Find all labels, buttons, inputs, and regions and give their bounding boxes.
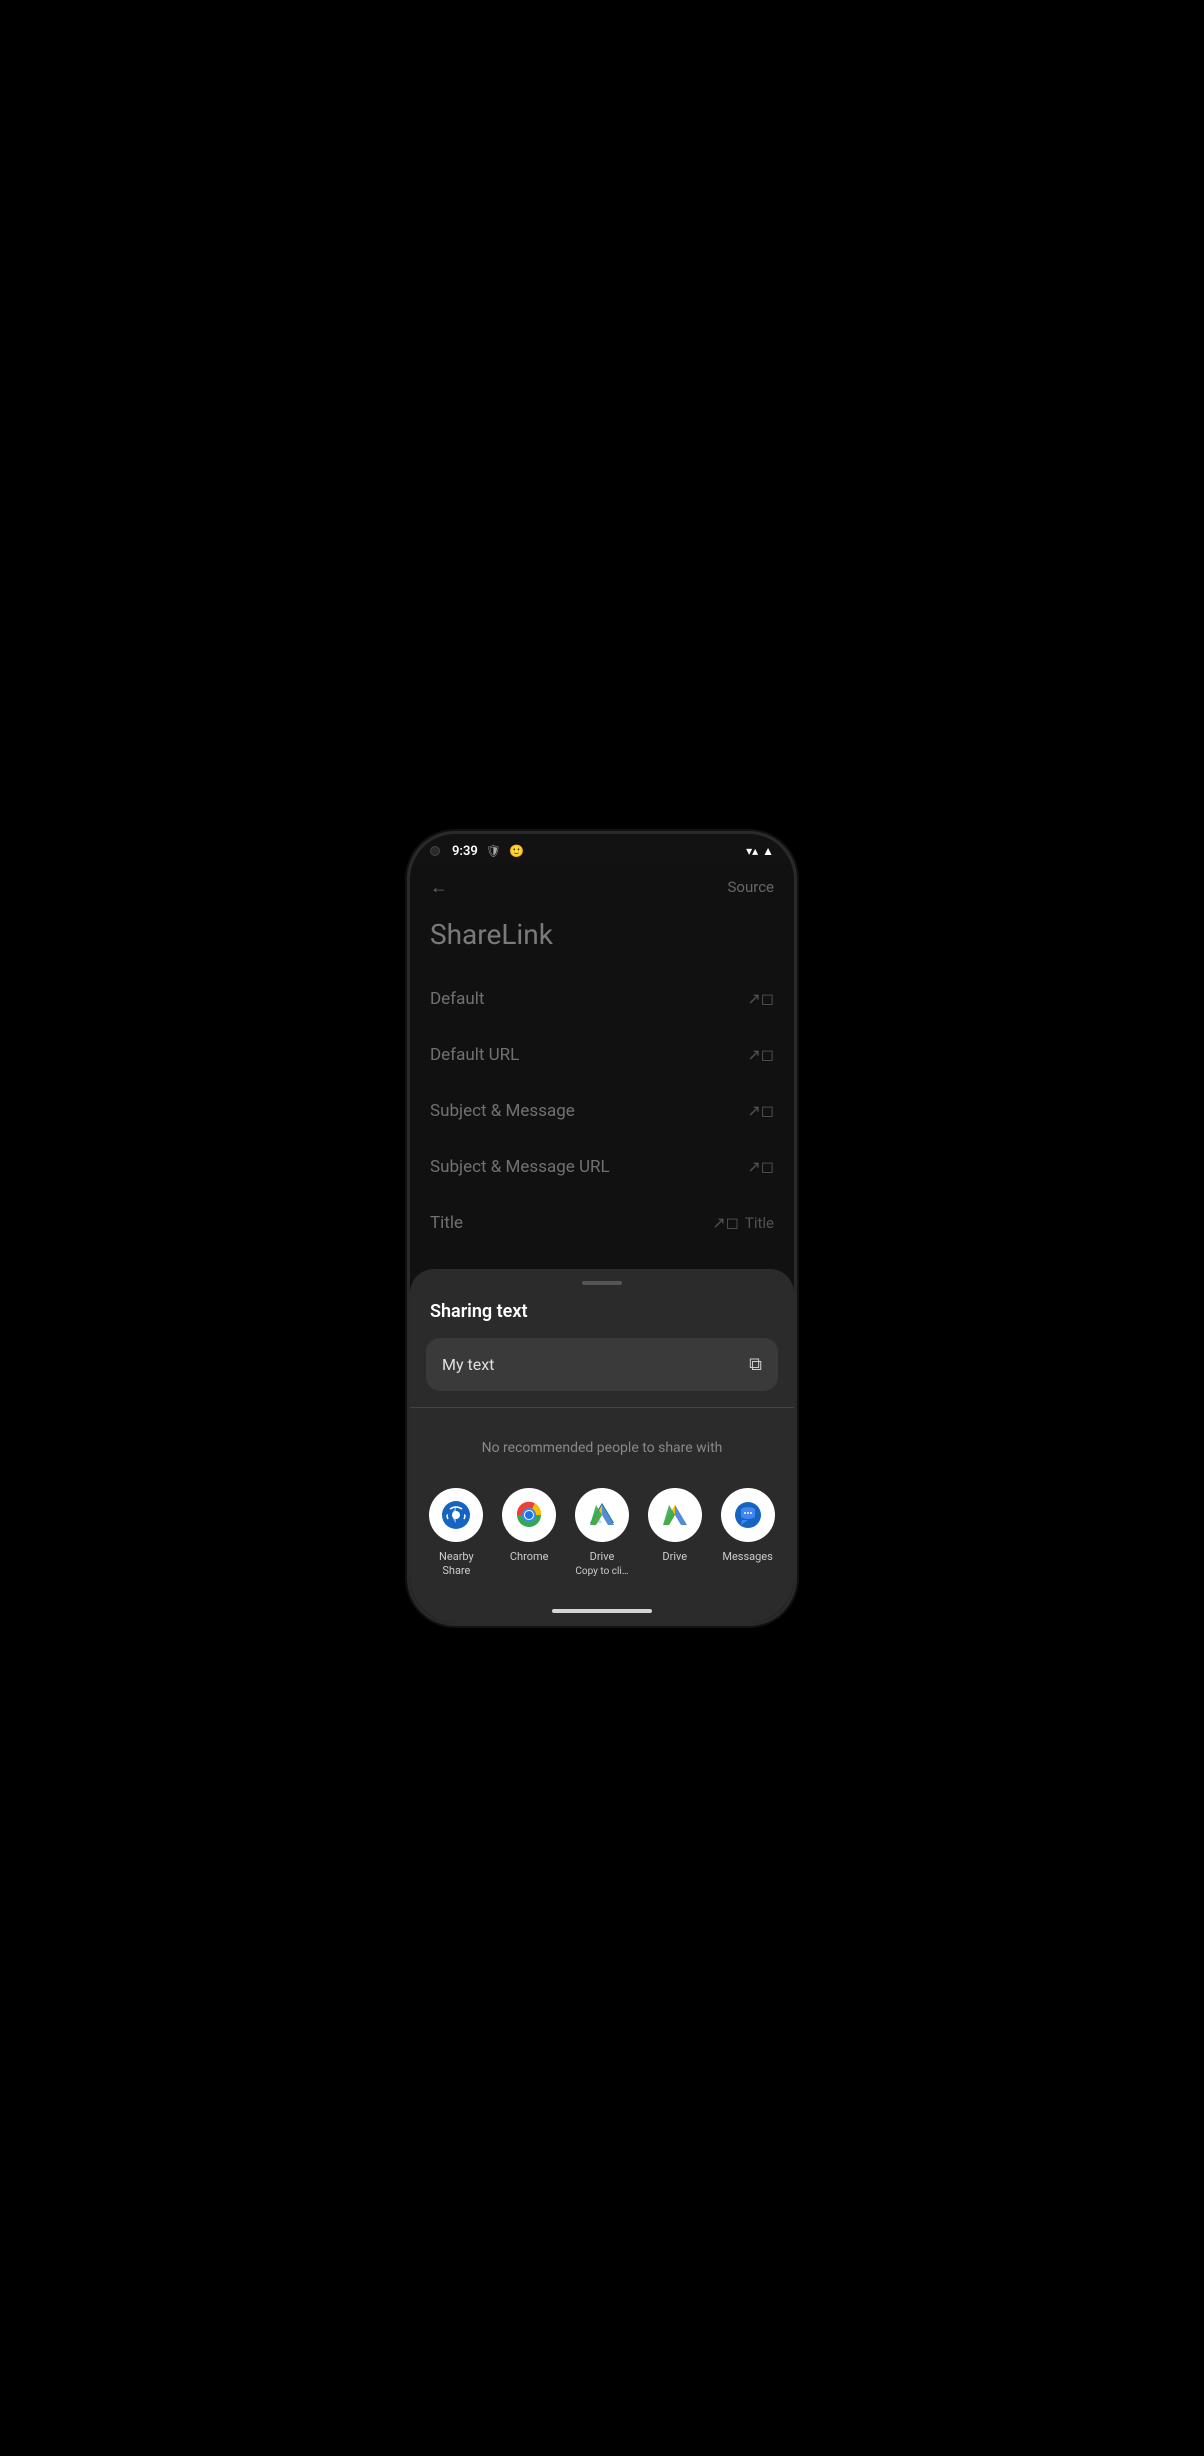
app-label-chrome: Chrome <box>510 1550 549 1564</box>
messages-icon <box>728 1495 768 1535</box>
list-item-subject-message[interactable]: Subject & Message ↗◻ <box>410 1083 794 1139</box>
bottom-sheet: Sharing text My text ⧉ No recommended pe… <box>410 1269 794 1623</box>
text-preview-box: My text ⧉ <box>426 1338 778 1391</box>
chrome-icon-circle <box>502 1488 556 1542</box>
messages-icon-circle <box>721 1488 775 1542</box>
nearby-share-icon-circle <box>429 1488 483 1542</box>
list-item-label-subject-message: Subject & Message <box>430 1101 575 1121</box>
drive-copy-icon-circle <box>575 1488 629 1542</box>
sheet-handle <box>582 1281 622 1285</box>
status-right: ▾▴ ▲ <box>746 844 774 858</box>
share-icon-default: ↗◻ <box>747 989 774 1008</box>
nav-bar: ← Source <box>410 863 794 908</box>
share-icon-default-url: ↗◻ <box>747 1045 774 1064</box>
main-content: ← Source ShareLink Default ↗◻ Default UR… <box>410 863 794 1623</box>
copy-icon[interactable]: ⧉ <box>749 1354 762 1375</box>
app-drive[interactable]: Drive <box>648 1488 702 1579</box>
app-messages[interactable]: Messages <box>721 1488 775 1579</box>
app-nearby-share[interactable]: NearbyShare <box>429 1488 483 1579</box>
app-drive-copy[interactable]: DriveCopy to cli… <box>575 1488 629 1579</box>
app-chrome[interactable]: Chrome <box>502 1488 556 1579</box>
source-button[interactable]: Source <box>728 878 774 896</box>
home-bar <box>552 1609 652 1613</box>
apps-row: NearbyShare <box>410 1472 794 1599</box>
no-recommended-text: No recommended people to share with <box>410 1424 794 1472</box>
list-item-label-default-url: Default URL <box>430 1045 519 1065</box>
title-row: ↗◻ Title <box>712 1213 774 1232</box>
preview-text: My text <box>442 1355 494 1374</box>
drive-icon <box>655 1495 695 1535</box>
signal-icon: ▲ <box>762 844 774 858</box>
share-icon-subject-message-url: ↗◻ <box>747 1157 774 1176</box>
status-bar: 9:39 🛡 🙂 ▾▴ ▲ <box>410 834 794 863</box>
list-item-label-title: Title <box>430 1213 463 1233</box>
divider <box>410 1407 794 1408</box>
phone-inner: 9:39 🛡 🙂 ▾▴ ▲ ← Source ShareLink Default <box>410 834 794 1623</box>
back-button[interactable]: ← <box>430 877 448 898</box>
nearby-share-icon <box>440 1499 472 1531</box>
app-label-messages: Messages <box>722 1550 772 1564</box>
drive-copy-icon <box>582 1495 622 1535</box>
shield-icon: 🛡 <box>486 844 501 858</box>
title-text: Title <box>745 1214 774 1232</box>
status-left: 9:39 🛡 🙂 <box>430 844 524 859</box>
app-label-nearby-share: NearbyShare <box>439 1550 474 1579</box>
page-title: ShareLink <box>410 908 794 971</box>
home-indicator <box>410 1599 794 1623</box>
wifi-icon: ▾▴ <box>746 844 758 858</box>
list-item-label-subject-message-url: Subject & Message URL <box>430 1157 610 1177</box>
app-label-drive: Drive <box>662 1550 687 1564</box>
list-item-default-url[interactable]: Default URL ↗◻ <box>410 1027 794 1083</box>
list-item-title[interactable]: Title ↗◻ Title <box>410 1195 794 1251</box>
face-icon: 🙂 <box>509 844 524 858</box>
share-icon-subject-message: ↗◻ <box>747 1101 774 1120</box>
app-label-drive-copy: DriveCopy to cli… <box>575 1550 628 1579</box>
sheet-title: Sharing text <box>410 1301 794 1338</box>
camera-dot <box>430 846 440 856</box>
share-icon-title: ↗◻ <box>712 1213 739 1232</box>
list-item-subject-message-url[interactable]: Subject & Message URL ↗◻ <box>410 1139 794 1195</box>
phone-frame: 9:39 🛡 🙂 ▾▴ ▲ ← Source ShareLink Default <box>407 831 797 1626</box>
drive-icon-circle <box>648 1488 702 1542</box>
status-time: 9:39 <box>452 844 478 859</box>
chrome-icon <box>509 1495 549 1535</box>
list-item-label-default: Default <box>430 989 484 1009</box>
list-item-default[interactable]: Default ↗◻ <box>410 971 794 1027</box>
